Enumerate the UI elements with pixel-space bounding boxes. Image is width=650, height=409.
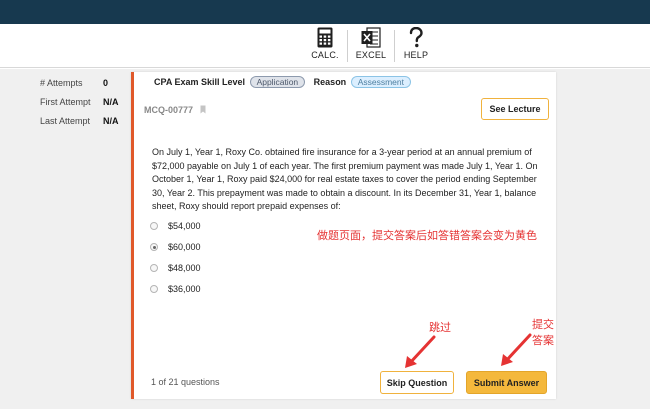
radio-button-selected[interactable] (150, 243, 158, 251)
radio-button[interactable] (150, 222, 158, 230)
attempts-label: # Attempts (40, 78, 83, 88)
annotation-skip-note: 跳过 (429, 322, 451, 334)
top-banner (0, 0, 650, 24)
annotation-main-note: 做题页面，提交答案后如答错答案会变为黄色 (317, 230, 537, 242)
first-attempt-value: N/A (103, 97, 119, 107)
radio-button[interactable] (150, 285, 158, 293)
choice-label: $60,000 (168, 242, 201, 252)
toolbar-divider (394, 30, 395, 62)
choice-label: $54,000 (168, 221, 201, 231)
first-attempt-row: First Attempt N/A (40, 95, 130, 114)
attempt-stats: # Attempts 0 First Attempt N/A Last Atte… (40, 76, 130, 133)
attempts-row: # Attempts 0 (40, 76, 130, 95)
last-attempt-value: N/A (103, 116, 119, 126)
attempts-value: 0 (103, 78, 109, 88)
last-attempt-row: Last Attempt N/A (40, 114, 130, 133)
help-tool-button[interactable]: HELP (399, 27, 433, 65)
toolbar-divider (347, 30, 348, 62)
calc-tool-button[interactable]: CALC. (308, 27, 342, 65)
annotation-arrow-skip (405, 335, 436, 368)
choice-c[interactable]: $48,000 (150, 262, 230, 276)
calculator-icon (317, 27, 333, 48)
choice-label: $36,000 (168, 284, 201, 294)
skill-level-label: CPA Exam Skill Level (154, 77, 246, 87)
question-card: CPA Exam Skill Level Application Reason … (131, 72, 556, 399)
see-lecture-button[interactable]: See Lecture (481, 98, 549, 120)
choice-label: $48,000 (168, 263, 201, 273)
first-attempt-label: First Attempt (40, 97, 91, 107)
excel-icon (361, 27, 381, 48)
choice-b[interactable]: $60,000 (150, 241, 230, 255)
radio-button[interactable] (150, 264, 158, 272)
submit-answer-button[interactable]: Submit Answer (466, 371, 547, 394)
question-mark-icon (409, 27, 423, 48)
bookmark-icon[interactable] (200, 105, 206, 114)
skip-question-button[interactable]: Skip Question (380, 371, 454, 394)
question-id: MCQ-00777 (144, 105, 194, 115)
question-progress: 1 of 21 questions (151, 377, 220, 387)
reason-badge: Assessment (350, 76, 411, 88)
help-label: HELP (403, 50, 429, 60)
calc-label: CALC. (311, 50, 339, 60)
last-attempt-label: Last Attempt (40, 116, 91, 126)
toolbar: CALC. EXCEL HELP (0, 24, 650, 68)
question-text: On July 1, Year 1, Roxy Co. obtained fir… (152, 147, 538, 212)
skill-level-row: CPA Exam Skill Level Application Reason … (154, 76, 417, 88)
excel-label: EXCEL (355, 50, 387, 60)
annotation-submit-note: 提交答案 (532, 319, 554, 347)
choice-a[interactable]: $54,000 (150, 220, 230, 234)
skill-level-badge: Application (249, 76, 306, 88)
excel-tool-button[interactable]: EXCEL (354, 27, 388, 65)
annotation-arrow-submit (501, 333, 532, 366)
reason-label: Reason (313, 77, 347, 87)
choice-d[interactable]: $36,000 (150, 283, 230, 297)
